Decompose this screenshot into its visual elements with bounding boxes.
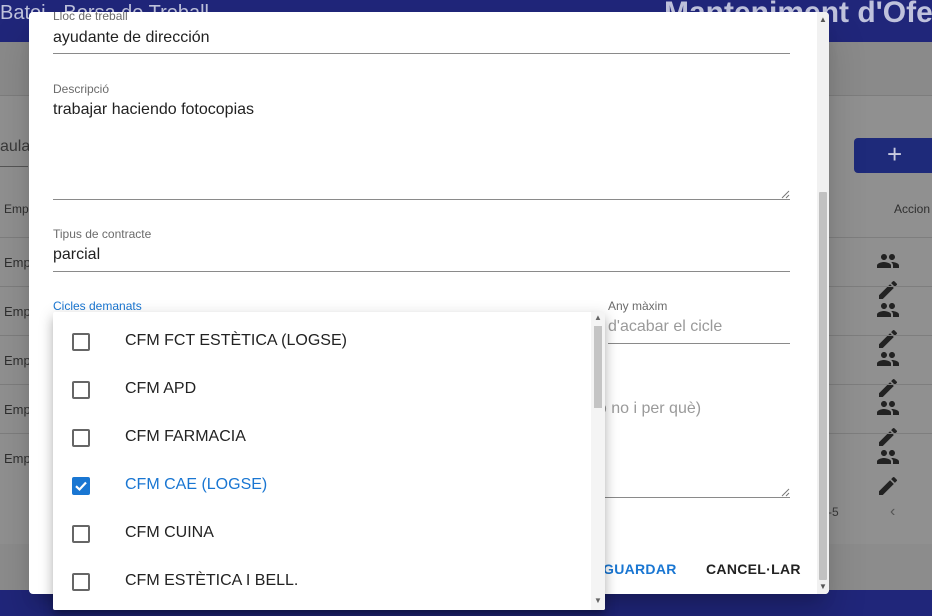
search-input[interactable]: aula xyxy=(0,138,30,156)
scroll-up-arrow-icon[interactable]: ▲ xyxy=(819,15,827,24)
cicles-demanats-label: Cicles demanats xyxy=(53,299,142,313)
lloc-treball-field[interactable]: Lloc de treball ayudante de dirección xyxy=(53,12,790,56)
cycle-option-label: CFM CAE (LOGSE) xyxy=(125,476,268,493)
field-underline xyxy=(608,343,790,344)
row-empresa: Emp xyxy=(4,255,31,270)
cycle-option[interactable]: CFM ESTÈTICA I BELL. xyxy=(53,558,593,606)
checkbox[interactable] xyxy=(72,381,90,399)
scroll-thumb[interactable] xyxy=(819,192,827,580)
search-underline xyxy=(0,166,28,167)
scroll-down-arrow-icon[interactable]: ▼ xyxy=(594,596,602,605)
add-offer-button[interactable]: + xyxy=(854,138,932,173)
any-maxim-field[interactable]: Any màxim d'acabar el cicle xyxy=(608,298,790,344)
cycle-option-label: CFM ESTÈTICA I BELL. xyxy=(125,572,299,589)
observacions-field[interactable]: t o no i per què) xyxy=(589,398,790,499)
checkbox-checked[interactable] xyxy=(72,477,90,495)
dialog-scrollbar[interactable]: ▲ ▼ xyxy=(817,12,829,594)
row-empresa: Emp xyxy=(4,451,31,466)
pagination-range: -5 xyxy=(828,505,839,519)
menu-scrollbar[interactable]: ▲ ▼ xyxy=(591,312,605,610)
people-icon[interactable] xyxy=(876,298,900,322)
cycle-option[interactable]: CFM APD xyxy=(53,366,593,414)
row-empresa: Emp xyxy=(4,402,31,417)
tipus-contracte-input[interactable]: parcial xyxy=(53,246,100,264)
edit-icon[interactable] xyxy=(876,474,900,498)
cycle-option[interactable]: CFM FCT ESTÈTICA (LOGSE) xyxy=(53,318,593,366)
cycles-dropdown-menu: CFM FCT ESTÈTICA (LOGSE) CFM APD CFM FAR… xyxy=(53,312,605,610)
descripcio-label: Descripció xyxy=(53,82,110,96)
resize-grip-icon[interactable] xyxy=(781,488,790,497)
checkbox[interactable] xyxy=(72,429,90,447)
checkbox[interactable] xyxy=(72,525,90,543)
scroll-down-arrow-icon[interactable]: ▼ xyxy=(819,582,827,591)
descripcio-field[interactable]: Descripció trabajar haciendo fotocopias xyxy=(53,80,790,200)
cycle-option[interactable]: CFM CUINA xyxy=(53,510,593,558)
previous-page-button[interactable]: ‹ xyxy=(890,503,895,521)
lloc-treball-input[interactable]: ayudante de dirección xyxy=(53,29,210,47)
row-actions xyxy=(876,445,932,503)
cycle-option-label: CFM APD xyxy=(125,380,197,397)
cycle-option-label: CFM FARMACIA xyxy=(125,428,246,445)
cycle-option-label: CFM FCT ESTÈTICA (LOGSE) xyxy=(125,332,347,349)
observacions-textarea[interactable]: t o no i per què) xyxy=(589,400,701,418)
checkbox[interactable] xyxy=(72,573,90,591)
any-maxim-label: Any màxim xyxy=(608,299,668,313)
checkmark-icon xyxy=(75,481,87,492)
row-empresa: Emp xyxy=(4,304,31,319)
column-header-accions: Accion xyxy=(894,202,931,216)
field-underline xyxy=(53,53,790,54)
tipus-contracte-field[interactable]: Tipus de contracte parcial xyxy=(53,226,790,272)
cycle-option-label: CFM CUINA xyxy=(125,524,214,541)
checkbox[interactable] xyxy=(72,333,90,351)
any-maxim-input[interactable]: d'acabar el cicle xyxy=(608,318,722,336)
people-icon[interactable] xyxy=(876,396,900,420)
column-header-empresa: Emp xyxy=(4,202,29,216)
scroll-up-arrow-icon[interactable]: ▲ xyxy=(594,313,602,322)
cycle-option-selected[interactable]: CFM CAE (LOGSE) xyxy=(53,462,593,510)
field-underline xyxy=(53,199,790,200)
people-icon[interactable] xyxy=(876,249,900,273)
field-underline xyxy=(589,497,790,498)
descripcio-textarea[interactable]: trabajar haciendo fotocopias xyxy=(53,101,254,119)
row-empresa: Emp xyxy=(4,353,31,368)
cycle-option[interactable]: CFM FARMACIA xyxy=(53,414,593,462)
lloc-treball-label: Lloc de treball xyxy=(53,12,128,23)
tipus-contracte-label: Tipus de contracte xyxy=(53,227,152,241)
cancel-button[interactable]: CANCEL·LAR xyxy=(706,561,801,577)
save-button[interactable]: GUARDAR xyxy=(603,561,677,577)
scroll-thumb[interactable] xyxy=(594,326,602,408)
people-icon[interactable] xyxy=(876,445,900,469)
field-underline xyxy=(53,271,790,272)
people-icon[interactable] xyxy=(876,347,900,371)
resize-grip-icon[interactable] xyxy=(781,190,790,199)
